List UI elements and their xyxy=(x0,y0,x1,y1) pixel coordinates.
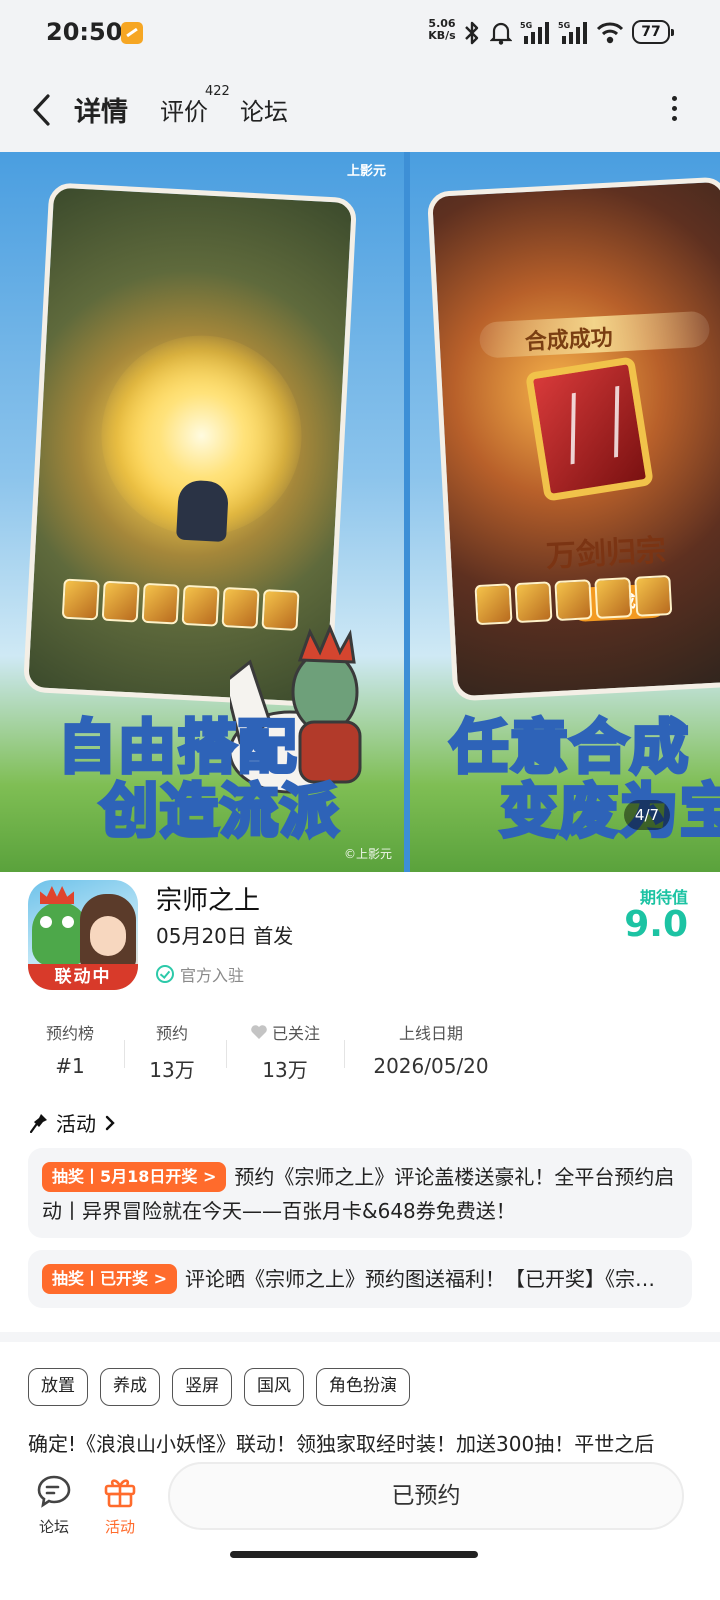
collab-tag: 联动中 xyxy=(28,964,138,990)
tab-forum[interactable]: 论坛 xyxy=(240,92,288,127)
gift-icon xyxy=(104,1479,136,1508)
forum-button[interactable]: 论坛 xyxy=(26,1474,82,1537)
network-speed: 5.06 KB/s xyxy=(424,18,460,42)
stat-label-row: 已关注 xyxy=(240,1020,330,1044)
activity-text: 评论晒《宗师之上》预约图送福利！【已开奖】《宗… xyxy=(184,1267,655,1291)
forum-label: 论坛 xyxy=(38,1518,69,1536)
synthesis-screen: 合成成功 万剑归宗 合成 xyxy=(426,176,720,702)
promo-headline-2: 创造流派 xyxy=(98,764,341,848)
hero-figure xyxy=(176,479,230,543)
app-icon[interactable]: 联动中 xyxy=(28,880,138,990)
notification-app-icon xyxy=(121,22,143,44)
back-button[interactable] xyxy=(26,90,60,130)
section-divider xyxy=(0,1332,720,1342)
tab-detail-label: 详情 xyxy=(74,97,128,128)
top-nav: 详情 评价 422 论坛 xyxy=(0,68,720,152)
genre-tags: 放置 养成 竖屏 国风 角色扮演 xyxy=(28,1368,410,1406)
svg-text:5G: 5G xyxy=(520,21,532,30)
status-bar: 20:50 5.06 KB/s 5G 5G 77 xyxy=(0,0,720,68)
release-date-line: 05月20日 首发 xyxy=(156,924,294,948)
stat-divider xyxy=(124,1040,125,1068)
status-icons: 5G 5G xyxy=(462,18,624,48)
activity-label: 活动 xyxy=(104,1518,135,1536)
girl-character xyxy=(80,894,136,970)
stat-value: #1 xyxy=(55,1054,85,1078)
verified-check-icon xyxy=(156,965,174,983)
bell-icon xyxy=(490,22,512,45)
svg-text:5G: 5G xyxy=(558,21,570,30)
stat-label: 已关注 xyxy=(271,1024,320,1043)
stat-followed[interactable]: 已关注 13万 xyxy=(240,1020,330,1083)
signal-5g-icon: 5G xyxy=(558,21,587,44)
activity-card[interactable]: 抽奖丨已开奖 > 评论晒《宗师之上》预约图送福利！【已开奖】《宗… xyxy=(28,1250,692,1308)
activities-title: 活动 xyxy=(56,1112,96,1136)
wifi-icon xyxy=(596,22,624,44)
stat-reservation-rank[interactable]: 预约榜 #1 xyxy=(40,1020,100,1078)
expectation-score: 9.0 xyxy=(624,904,688,945)
skill-name: 万剑归宗 xyxy=(545,533,667,575)
tag-chip[interactable]: 养成 xyxy=(100,1368,160,1406)
stat-value: 13万 xyxy=(262,1058,308,1082)
reserved-button[interactable]: 已预约 xyxy=(168,1462,684,1530)
crown-icon xyxy=(40,886,74,904)
stat-divider xyxy=(344,1040,345,1068)
gallery-screenshot-2[interactable]: 合成成功 万剑归宗 合成 任意合成 变废为宝 xyxy=(410,152,720,872)
success-title: 合成成功 xyxy=(524,325,614,356)
watermark-logo: 上影元 xyxy=(346,164,386,179)
activities-header[interactable]: 活动 xyxy=(30,1108,116,1137)
network-speed-unit: KB/s xyxy=(428,29,456,42)
chevron-left-icon xyxy=(33,94,50,126)
gallery-screenshot-1[interactable]: 上影元 自由搭配 创造流派 ©上影元 xyxy=(0,152,404,872)
stat-divider xyxy=(226,1040,227,1068)
copyright-watermark: ©上影元 xyxy=(343,847,392,861)
bottom-action-bar: 论坛 活动 已预约 xyxy=(0,1456,720,1600)
lottery-badge: 抽奖丨5月18日开奖 > xyxy=(42,1162,227,1192)
activity-card[interactable]: 抽奖丨5月18日开奖 > 预约《宗师之上》评论盖楼送豪礼！全平台预约启动丨异界冒险… xyxy=(28,1148,692,1238)
tab-review-label: 评价 xyxy=(160,98,208,126)
tab-detail[interactable]: 详情 xyxy=(70,90,130,129)
signal-5g-icon: 5G xyxy=(520,21,549,44)
stat-label: 预约榜 xyxy=(45,1024,94,1043)
status-time: 20:50 xyxy=(46,18,123,46)
bluetooth-icon xyxy=(465,21,479,45)
pin-icon xyxy=(30,1113,47,1133)
game-description[interactable]: 确定!《浪浪山小妖怪》联动！领独家取经时装！加送300抽！平世之后 xyxy=(28,1428,692,1454)
tag-chip[interactable]: 放置 xyxy=(28,1368,88,1406)
screenshot-gallery[interactable]: 上影元 自由搭配 创造流派 ©上影元 合成成功 万剑归宗 合成 任意合成 变废为… xyxy=(0,152,720,872)
promo-headline-4-a: 变废 xyxy=(498,775,621,847)
chevron-right-icon xyxy=(105,1115,115,1130)
tab-review[interactable]: 评价 422 xyxy=(160,84,230,127)
stat-reservations[interactable]: 预约 13万 xyxy=(142,1020,202,1083)
stat-value: 13万 xyxy=(149,1058,195,1082)
battery-icon: 77 xyxy=(632,20,674,44)
tag-chip[interactable]: 角色扮演 xyxy=(316,1368,410,1406)
more-options-button[interactable] xyxy=(664,96,684,126)
skill-book-illustration xyxy=(524,356,654,502)
chat-bubble-icon xyxy=(37,1475,71,1508)
gallery-page-counter: 4/7 xyxy=(624,800,670,830)
promo-headline-4: 变废为宝 xyxy=(498,764,720,848)
app-title: 宗师之上 xyxy=(156,886,261,916)
lottery-badge: 抽奖丨已开奖 > xyxy=(42,1264,177,1294)
home-indicator[interactable] xyxy=(230,1551,478,1558)
stat-value: 2026/05/20 xyxy=(373,1054,489,1078)
tag-chip[interactable]: 竖屏 xyxy=(172,1368,232,1406)
official-label: 官方入驻 xyxy=(180,966,245,985)
official-badge[interactable]: 官方入驻 xyxy=(156,962,244,986)
heart-icon xyxy=(250,1024,268,1040)
stat-label: 预约 xyxy=(155,1024,188,1043)
stat-launch-date[interactable]: 上线日期 2026/05/20 xyxy=(366,1020,496,1078)
promo-headline-2-b: 流派 xyxy=(218,775,341,847)
review-count: 422 xyxy=(205,84,230,99)
promo-headline-2-a: 创造 xyxy=(98,775,221,847)
activity-button[interactable]: 活动 xyxy=(92,1474,148,1537)
stat-label: 上线日期 xyxy=(398,1024,463,1043)
tag-chip[interactable]: 国风 xyxy=(244,1368,304,1406)
tab-forum-label: 论坛 xyxy=(240,98,288,126)
